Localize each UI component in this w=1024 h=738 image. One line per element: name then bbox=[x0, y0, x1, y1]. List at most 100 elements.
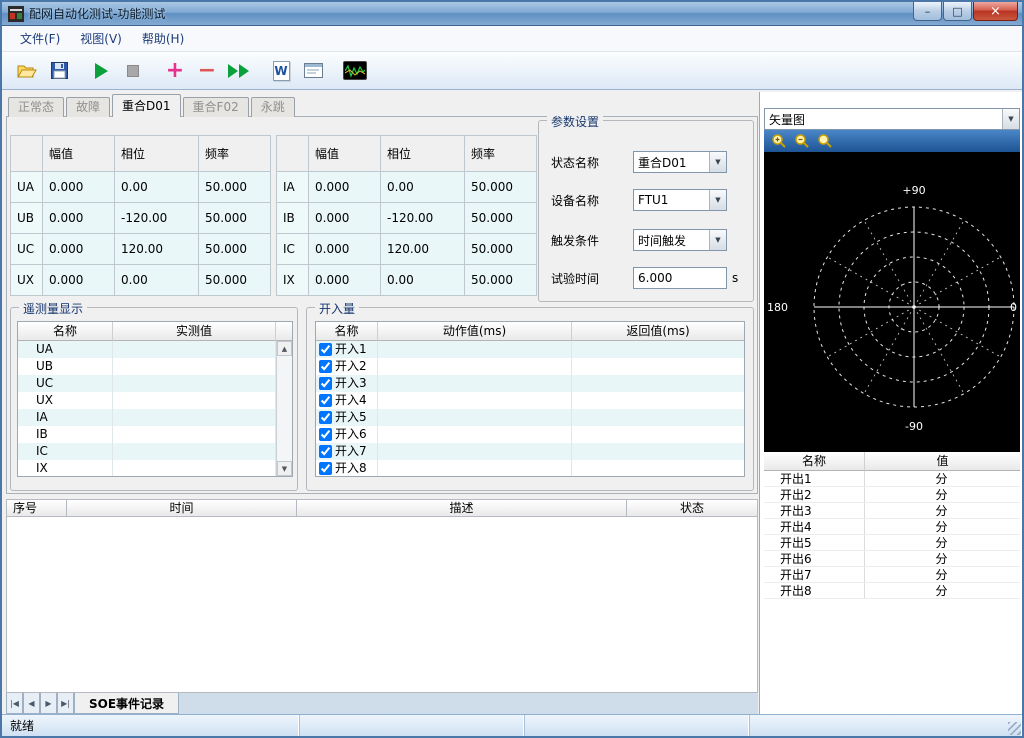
menu-view[interactable]: 视图(V) bbox=[70, 27, 132, 50]
di-col-action[interactable]: 动作值(ms) bbox=[378, 322, 572, 341]
di-col-name[interactable]: 名称 bbox=[316, 322, 378, 341]
cell-frequency[interactable]: 50.000 bbox=[465, 172, 537, 203]
list-item[interactable]: IA bbox=[18, 409, 292, 426]
cell-amplitude[interactable]: 0.000 bbox=[309, 172, 381, 203]
scroll-down-button[interactable]: ▼ bbox=[277, 461, 292, 476]
chevron-down-icon[interactable]: ▼ bbox=[709, 230, 726, 250]
tab-permanent-trip[interactable]: 永跳 bbox=[251, 97, 295, 117]
word-report-button[interactable]: W bbox=[268, 58, 294, 84]
device-name-select[interactable]: FTU1 ▼ bbox=[633, 189, 727, 211]
cell-phase[interactable]: 120.00 bbox=[381, 234, 465, 265]
cell-phase[interactable]: 0.00 bbox=[381, 172, 465, 203]
list-item[interactable]: 开入2 bbox=[316, 358, 744, 375]
chevron-down-icon[interactable]: ▼ bbox=[709, 190, 726, 210]
cell-frequency[interactable]: 50.000 bbox=[465, 265, 537, 296]
list-item[interactable]: 开出3分 bbox=[764, 503, 1020, 519]
scroll-up-button[interactable]: ▲ bbox=[277, 341, 292, 356]
list-item[interactable]: UA bbox=[18, 341, 292, 358]
add-state-button[interactable]: + bbox=[162, 58, 188, 84]
view-mode-select[interactable]: 矢量图 ▼ bbox=[764, 108, 1020, 130]
di-checkbox[interactable] bbox=[319, 360, 332, 373]
cell-phase[interactable]: 0.00 bbox=[115, 172, 199, 203]
event-col-time[interactable]: 时间 bbox=[67, 499, 297, 517]
test-time-input[interactable] bbox=[633, 267, 727, 289]
do-col-value[interactable]: 值 bbox=[865, 452, 1020, 471]
resize-grip-icon[interactable] bbox=[1008, 722, 1021, 735]
tab-normal-state[interactable]: 正常态 bbox=[8, 97, 64, 117]
list-item[interactable]: 开入5 bbox=[316, 409, 744, 426]
cell-amplitude[interactable]: 0.000 bbox=[43, 265, 115, 296]
event-col-index[interactable]: 序号 bbox=[6, 499, 67, 517]
cell-frequency[interactable]: 50.000 bbox=[465, 203, 537, 234]
list-item[interactable]: 开出6分 bbox=[764, 551, 1020, 567]
waveform-view-button[interactable] bbox=[342, 58, 368, 84]
list-item[interactable]: UB bbox=[18, 358, 292, 375]
cell-amplitude[interactable]: 0.000 bbox=[43, 203, 115, 234]
list-item[interactable]: UX bbox=[18, 392, 292, 409]
menu-help[interactable]: 帮助(H) bbox=[132, 27, 194, 50]
prev-page-button[interactable]: ◀ bbox=[23, 693, 40, 714]
state-name-select[interactable]: 重合D01 ▼ bbox=[633, 151, 727, 173]
cell-phase[interactable]: 120.00 bbox=[115, 234, 199, 265]
delete-state-button[interactable]: − bbox=[194, 58, 220, 84]
tab-soe-event-log[interactable]: SOE事件记录 bbox=[74, 693, 179, 714]
cell-frequency[interactable]: 50.000 bbox=[199, 203, 271, 234]
list-item[interactable]: 开出1分 bbox=[764, 471, 1020, 487]
di-checkbox[interactable] bbox=[319, 411, 332, 424]
list-item[interactable]: 开入7 bbox=[316, 443, 744, 460]
cell-frequency[interactable]: 50.000 bbox=[199, 265, 271, 296]
chevron-down-icon[interactable]: ▼ bbox=[1002, 109, 1019, 129]
tab-fault[interactable]: 故障 bbox=[66, 97, 110, 117]
telemetry-col-value[interactable]: 实测值 bbox=[113, 322, 276, 341]
di-col-return[interactable]: 返回值(ms) bbox=[572, 322, 744, 341]
list-item[interactable]: 开入6 bbox=[316, 426, 744, 443]
cell-amplitude[interactable]: 0.000 bbox=[309, 203, 381, 234]
list-item[interactable]: UC bbox=[18, 375, 292, 392]
list-item[interactable]: 开出7分 bbox=[764, 567, 1020, 583]
di-checkbox[interactable] bbox=[319, 445, 332, 458]
di-checkbox[interactable] bbox=[319, 394, 332, 407]
cell-frequency[interactable]: 50.000 bbox=[199, 234, 271, 265]
list-item[interactable]: 开入1 bbox=[316, 341, 744, 358]
chevron-down-icon[interactable]: ▼ bbox=[709, 152, 726, 172]
do-col-name[interactable]: 名称 bbox=[764, 452, 865, 471]
list-item[interactable]: 开入3 bbox=[316, 375, 744, 392]
list-item[interactable]: IC bbox=[18, 443, 292, 460]
cell-amplitude[interactable]: 0.000 bbox=[309, 265, 381, 296]
cell-phase[interactable]: 0.00 bbox=[381, 265, 465, 296]
di-checkbox[interactable] bbox=[319, 343, 332, 356]
zoom-reset-button[interactable] bbox=[814, 132, 835, 150]
start-test-button[interactable] bbox=[88, 58, 114, 84]
vertical-scrollbar[interactable]: ▲ ▼ bbox=[276, 341, 292, 476]
title-bar[interactable]: 配网自动化测试-功能测试 – □ × bbox=[2, 2, 1022, 26]
cell-frequency[interactable]: 50.000 bbox=[465, 234, 537, 265]
list-item[interactable]: IX bbox=[18, 460, 292, 477]
event-col-status[interactable]: 状态 bbox=[627, 499, 758, 517]
di-checkbox[interactable] bbox=[319, 462, 332, 475]
list-item[interactable]: 开出8分 bbox=[764, 583, 1020, 599]
cell-phase[interactable]: 0.00 bbox=[115, 265, 199, 296]
maximize-button[interactable]: □ bbox=[943, 2, 972, 21]
tab-reclose-f02[interactable]: 重合F02 bbox=[183, 97, 249, 117]
cell-amplitude[interactable]: 0.000 bbox=[43, 172, 115, 203]
last-page-button[interactable]: ▶| bbox=[57, 693, 74, 714]
cell-phase[interactable]: -120.00 bbox=[381, 203, 465, 234]
stop-test-button[interactable] bbox=[120, 58, 146, 84]
list-item[interactable]: 开入4 bbox=[316, 392, 744, 409]
telemetry-col-name[interactable]: 名称 bbox=[18, 322, 113, 341]
list-item[interactable]: 开出2分 bbox=[764, 487, 1020, 503]
zoom-in-button[interactable] bbox=[768, 132, 789, 150]
list-item[interactable]: 开出4分 bbox=[764, 519, 1020, 535]
trigger-condition-select[interactable]: 时间触发 ▼ bbox=[633, 229, 727, 251]
di-checkbox[interactable] bbox=[319, 428, 332, 441]
tab-reclose-d01[interactable]: 重合D01 bbox=[112, 94, 181, 117]
run-all-button[interactable] bbox=[226, 58, 252, 84]
event-col-description[interactable]: 描述 bbox=[297, 499, 627, 517]
menu-file[interactable]: 文件(F) bbox=[10, 27, 70, 50]
cell-amplitude[interactable]: 0.000 bbox=[309, 234, 381, 265]
cell-frequency[interactable]: 50.000 bbox=[199, 172, 271, 203]
first-page-button[interactable]: |◀ bbox=[6, 693, 23, 714]
minimize-button[interactable]: – bbox=[913, 2, 942, 21]
close-button[interactable]: × bbox=[973, 2, 1018, 21]
list-item[interactable]: 开入8 bbox=[316, 460, 744, 477]
